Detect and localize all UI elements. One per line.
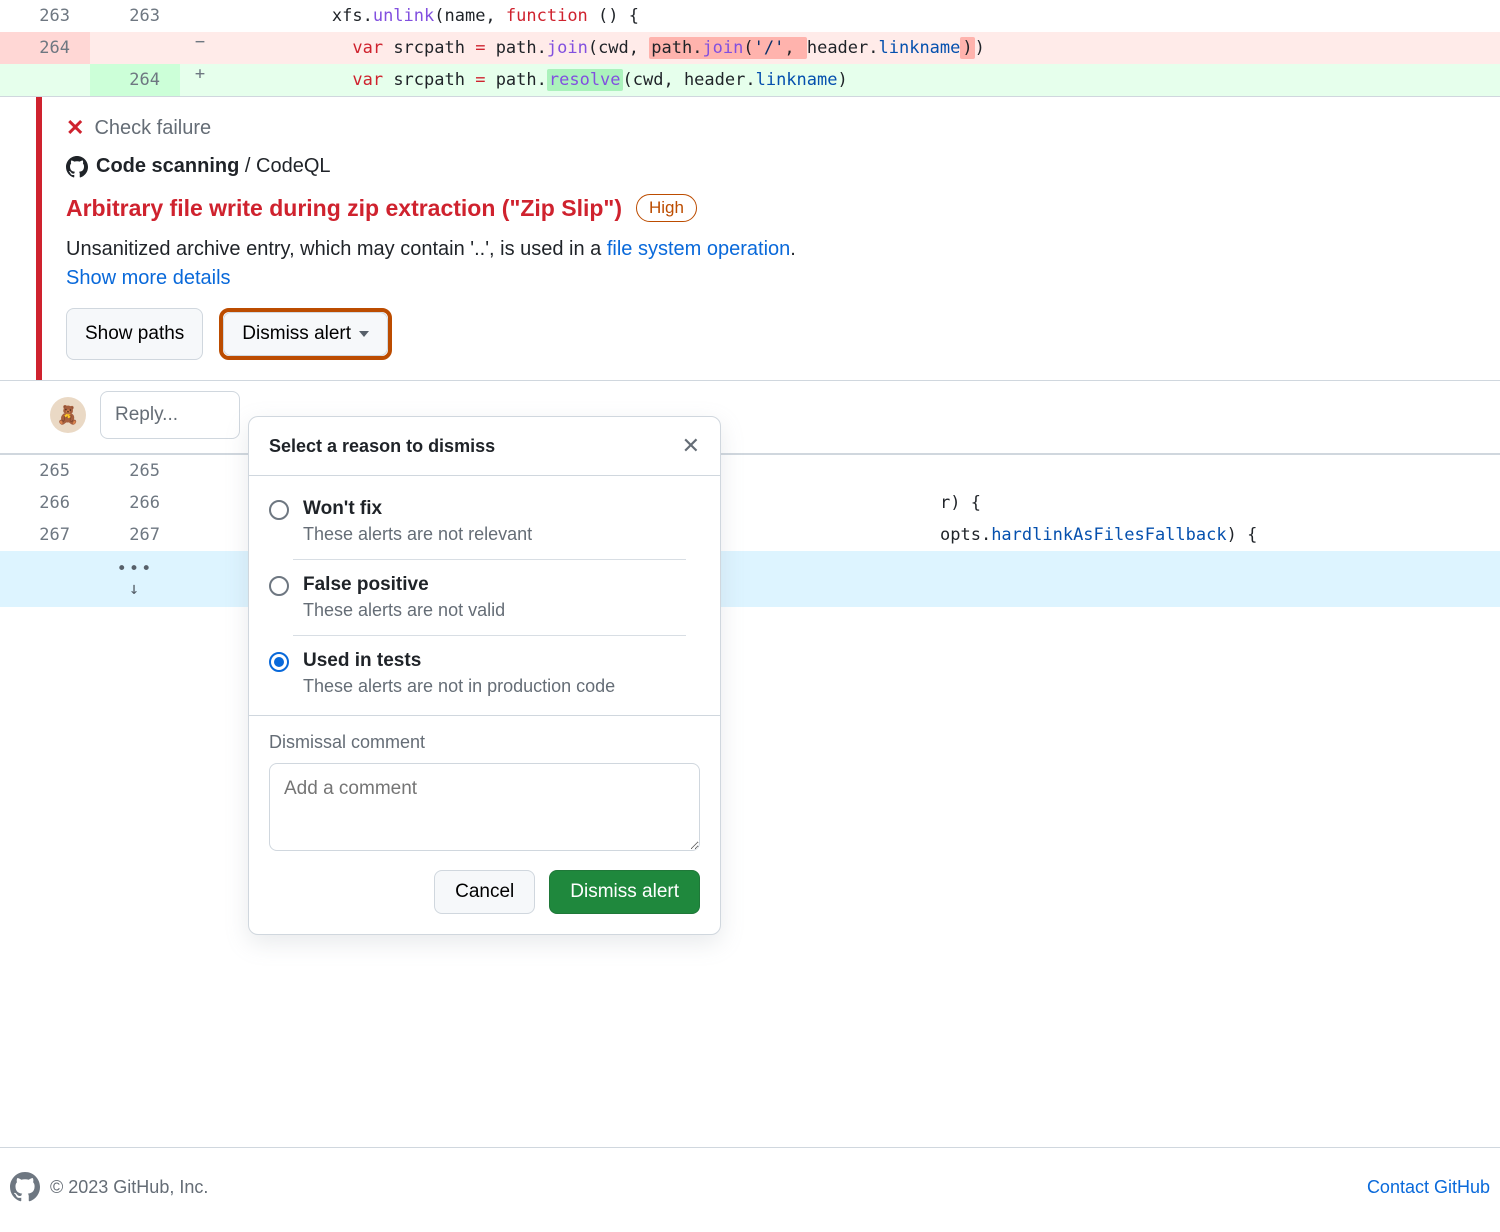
alert-description: Unsanitized archive entry, which may con… (66, 238, 1476, 261)
dismiss-alert-button[interactable]: Dismiss alert (223, 312, 388, 356)
dismissal-comment-label: Dismissal comment (249, 716, 720, 763)
github-mark-icon (66, 156, 88, 178)
dismiss-reason-popover: Select a reason to dismiss ✕ Won't fix T… (248, 416, 721, 935)
expand-hunk-row[interactable]: •••↓ (0, 551, 1500, 607)
avatar[interactable]: 🧸 (50, 397, 86, 433)
copyright-text: © 2023 GitHub, Inc. (50, 1177, 208, 1198)
alert-source: Code scanning / CodeQL (66, 155, 1476, 178)
severity-badge: High (636, 194, 697, 222)
diff-table: 263 263 xfs.unlink(name, function () { 2… (0, 0, 1500, 96)
radio-icon (269, 576, 289, 596)
dismissal-comment-input[interactable] (269, 763, 700, 851)
cancel-button[interactable]: Cancel (434, 870, 535, 914)
diff-row-context: 267 267 opts.hardlinkAsFilesFallback) { (0, 519, 1500, 551)
dismiss-option-wont-fix[interactable]: Won't fix These alerts are not relevant (249, 480, 720, 559)
contact-github-link[interactable]: Contact GitHub (1367, 1177, 1490, 1198)
diff-row-addition: 264 + var srcpath = path.resolve(cwd, he… (0, 64, 1500, 96)
code-line: xfs.unlink(name, function () { (220, 0, 1500, 32)
footer: © 2023 GitHub, Inc. Contact GitHub (0, 1147, 1500, 1202)
check-status-text: Check failure (94, 117, 211, 140)
alert-title: Arbitrary file write during zip extracti… (66, 195, 622, 222)
show-more-details-link[interactable]: Show more details (66, 267, 231, 290)
show-paths-button[interactable]: Show paths (66, 308, 203, 360)
radio-icon (269, 652, 289, 672)
file-system-operation-link[interactable]: file system operation (607, 238, 790, 260)
dismiss-alert-highlight: Dismiss alert (219, 308, 392, 360)
reply-input[interactable]: Reply... (100, 391, 240, 439)
popover-title: Select a reason to dismiss (269, 436, 495, 457)
dismiss-alert-submit-button[interactable]: Dismiss alert (549, 870, 700, 914)
reply-row: 🧸 Reply... (0, 380, 1500, 454)
check-status: ✕ Check failure (66, 115, 1476, 141)
dismiss-option-used-in-tests[interactable]: Used in tests These alerts are not in pr… (293, 635, 686, 711)
code-scanning-alert: ✕ Check failure Code scanning / CodeQL A… (0, 96, 1500, 455)
x-icon: ✕ (66, 115, 84, 141)
diff-row-deletion: 264 − var srcpath = path.join(cwd, path.… (0, 32, 1500, 64)
github-mark-icon (10, 1172, 40, 1202)
diff-row-context: 265 265 (0, 455, 1500, 487)
radio-icon (269, 500, 289, 520)
dismiss-reason-list: Won't fix These alerts are not relevant … (249, 476, 720, 715)
close-icon[interactable]: ✕ (682, 435, 700, 457)
code-line: var srcpath = path.join(cwd, path.join('… (220, 32, 1500, 64)
diff-row-context: 263 263 xfs.unlink(name, function () { (0, 0, 1500, 32)
diff-row-context: 266 266 r) { (0, 487, 1500, 519)
caret-down-icon (359, 331, 369, 337)
code-line: var srcpath = path.resolve(cwd, header.l… (220, 64, 1500, 96)
dismiss-option-false-positive[interactable]: False positive These alerts are not vali… (293, 559, 686, 635)
diff-table-bottom: 265 265 266 266 r) { 267 267 opts.hardli… (0, 455, 1500, 607)
